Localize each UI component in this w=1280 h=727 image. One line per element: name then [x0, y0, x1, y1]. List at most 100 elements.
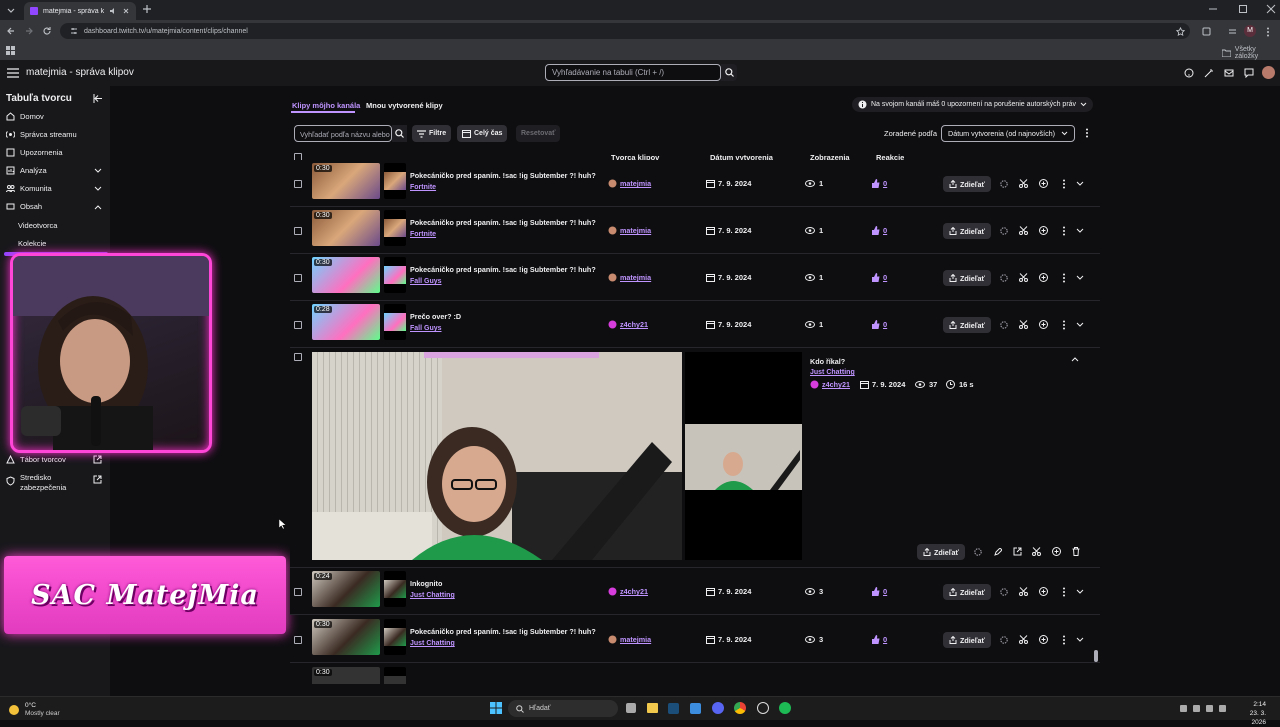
task-view-icon[interactable]	[626, 703, 636, 713]
feature-icon[interactable]	[1000, 321, 1008, 329]
clip-category[interactable]: Fortnite	[410, 184, 436, 191]
volume-icon[interactable]	[1206, 705, 1213, 712]
app-icon[interactable]	[690, 703, 701, 714]
whispers-icon[interactable]	[1244, 68, 1254, 78]
clip-category[interactable]: Fall Guys	[410, 278, 442, 285]
browser-menu-icon[interactable]	[1266, 27, 1270, 37]
clip-category[interactable]: Just Chatting	[410, 640, 455, 647]
maximize-icon[interactable]	[1238, 4, 1248, 14]
clip-creator[interactable]: matejmia	[608, 179, 651, 188]
row-checkbox[interactable]	[294, 321, 302, 329]
expand-row-icon[interactable]	[1076, 637, 1084, 643]
share-button[interactable]: Zdieľať	[943, 176, 991, 192]
clip-creator[interactable]: matejmia	[608, 273, 651, 282]
feature-icon[interactable]	[1000, 227, 1008, 235]
delete-icon[interactable]	[1072, 547, 1080, 556]
copyright-notice[interactable]: Na svojom kanáli máš 0 upozornení na por…	[852, 97, 1094, 112]
row-checkbox[interactable]	[294, 274, 302, 282]
expand-row-icon[interactable]	[1076, 228, 1084, 234]
expand-row-icon[interactable]	[1076, 589, 1084, 595]
extensions-icon[interactable]	[1202, 27, 1211, 36]
wifi-icon[interactable]	[1193, 705, 1200, 712]
app-icon-2[interactable]	[757, 702, 769, 714]
clip-thumbnail[interactable]: 0:24	[312, 571, 380, 607]
add-to-collection-icon[interactable]	[1039, 587, 1048, 596]
tab-search-icon[interactable]	[1228, 27, 1237, 36]
scissors-icon[interactable]	[1019, 273, 1028, 282]
scissors-icon[interactable]	[1019, 587, 1028, 596]
share-button[interactable]: Zdieľať	[943, 584, 991, 600]
open-external-icon[interactable]	[1013, 547, 1022, 556]
feature-icon[interactable]	[974, 548, 982, 556]
clip-creator[interactable]: matejmia	[608, 635, 651, 644]
clip-creator[interactable]: z4chy21	[608, 320, 648, 329]
url-field[interactable]: dashboard.twitch.tv/u/matejmia/content/c…	[60, 23, 1190, 39]
more-options-icon[interactable]	[1062, 320, 1066, 330]
add-to-collection-icon[interactable]	[1039, 635, 1048, 644]
collapse-row-icon[interactable]	[1071, 356, 1079, 362]
clip-reactions[interactable]: 0	[871, 226, 887, 235]
add-to-collection-icon[interactable]	[1039, 273, 1048, 282]
inbox-icon[interactable]	[1224, 68, 1234, 78]
clip-search-button[interactable]	[392, 125, 407, 142]
profile-avatar[interactable]: M	[1244, 25, 1256, 37]
search-button[interactable]	[721, 64, 737, 81]
more-options-icon[interactable]	[1062, 273, 1066, 283]
magic-wand-icon[interactable]	[1204, 68, 1214, 78]
more-options-icon[interactable]	[1085, 128, 1089, 138]
hamburger-menu-icon[interactable]	[7, 68, 19, 78]
share-button[interactable]: Zdieľať	[943, 632, 991, 648]
back-icon[interactable]	[6, 26, 16, 36]
spotify-icon[interactable]	[779, 702, 791, 714]
more-options-icon[interactable]	[1062, 226, 1066, 236]
bookmark-star-icon[interactable]	[1176, 27, 1185, 36]
browser-tab[interactable]: matejmia - správa klipov	[24, 2, 136, 20]
reload-icon[interactable]	[42, 26, 52, 36]
sidebar-item-community[interactable]: Komunita	[6, 184, 106, 193]
sidebar-item-creator-camp[interactable]: Tábor tvorcov	[6, 455, 106, 464]
taskbar-search[interactable]: Hľadať	[508, 700, 618, 717]
sidebar-subitem-video-producer[interactable]: Videotvorca	[18, 221, 57, 230]
clip-category[interactable]: Fortnite	[410, 231, 436, 238]
clip-reactions[interactable]: 0	[871, 179, 887, 188]
apps-grid-icon[interactable]	[6, 46, 15, 55]
tab-my-created-clips[interactable]: Mnou vytvorené klipy	[366, 101, 443, 110]
steam-icon[interactable]	[668, 703, 679, 714]
row-checkbox[interactable]	[294, 353, 302, 361]
file-explorer-icon[interactable]	[647, 703, 658, 713]
clip-reactions[interactable]: 0	[871, 273, 887, 282]
clip-video-player[interactable]	[312, 352, 682, 560]
scissors-icon[interactable]	[1032, 547, 1041, 556]
scissors-icon[interactable]	[1019, 226, 1028, 235]
clip-thumbnail[interactable]: 0:28	[312, 304, 380, 340]
weather-widget[interactable]: 0°C Mostly clear	[8, 702, 60, 718]
filters-button[interactable]: Filtre	[412, 125, 452, 142]
clip-creator[interactable]: matejmia	[608, 226, 651, 235]
sidebar-item-analytics[interactable]: Analýza	[6, 166, 106, 175]
add-to-collection-icon[interactable]	[1052, 547, 1061, 556]
scissors-icon[interactable]	[1019, 179, 1028, 188]
row-checkbox[interactable]	[294, 180, 302, 188]
expand-row-icon[interactable]	[1076, 181, 1084, 187]
windows-start-icon[interactable]	[490, 702, 502, 714]
clip-reactions[interactable]: 0	[871, 320, 887, 329]
clip-title-search-input[interactable]: Vyhľadať podľa názvu alebo	[294, 125, 392, 142]
all-bookmarks[interactable]: Všetky záložky	[1222, 46, 1280, 60]
row-checkbox[interactable]	[294, 227, 302, 235]
sort-select[interactable]: Dátum vytvorenia (od najnovších)	[941, 125, 1075, 142]
system-tray[interactable]	[1180, 705, 1226, 712]
dashboard-search-input[interactable]: Vyhľadávanie na tabuli (Ctrl + /)	[545, 64, 721, 81]
time-range-button[interactable]: Celý čas	[457, 125, 508, 142]
clip-category[interactable]: Just Chatting	[410, 592, 455, 599]
feature-icon[interactable]	[1000, 274, 1008, 282]
sidebar-item-alerts[interactable]: Upozornenia	[6, 148, 106, 157]
expand-row-icon[interactable]	[1076, 322, 1084, 328]
scissors-icon[interactable]	[1019, 635, 1028, 644]
reset-button[interactable]: Resetovať	[516, 125, 561, 142]
user-avatar[interactable]	[1262, 66, 1275, 79]
tab-my-channel-clips[interactable]: Klipy môjho kanála	[292, 101, 360, 110]
more-options-icon[interactable]	[1062, 635, 1066, 645]
share-button[interactable]: Zdieľať	[943, 270, 991, 286]
edit-pencil-icon[interactable]	[994, 548, 1002, 556]
scissors-icon[interactable]	[1019, 320, 1028, 329]
